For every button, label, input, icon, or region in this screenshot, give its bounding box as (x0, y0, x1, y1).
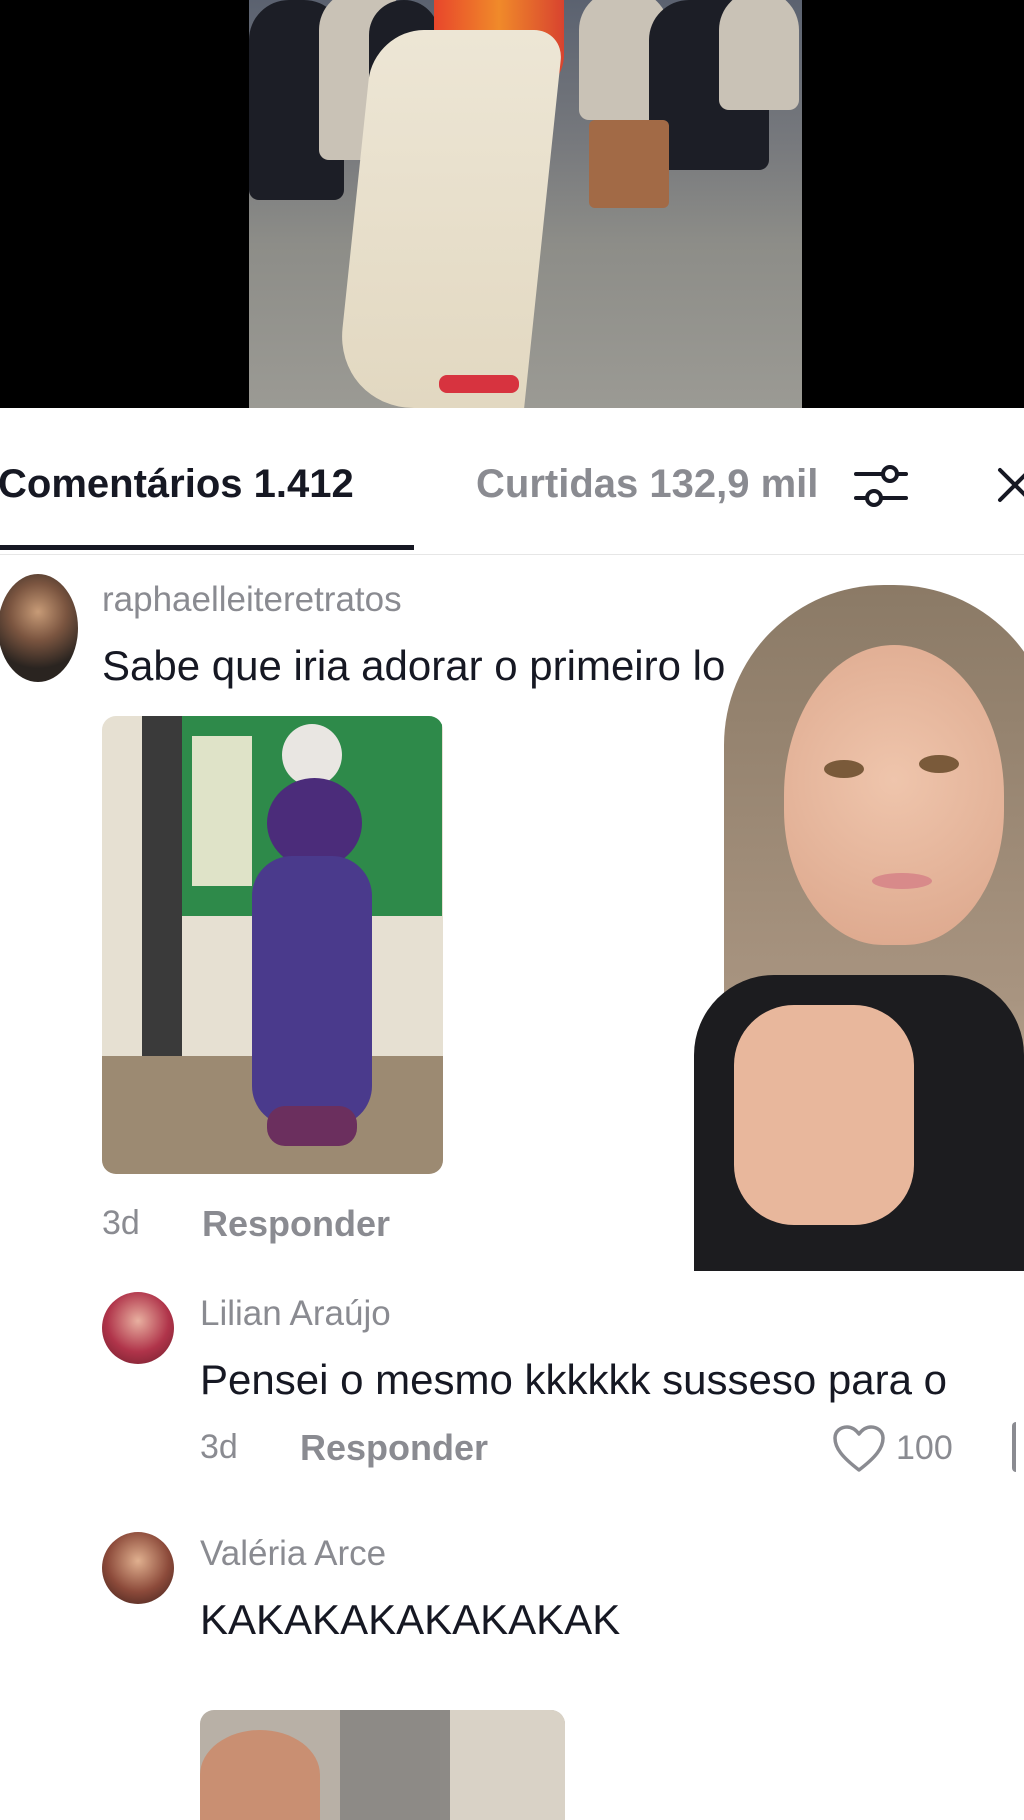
comment-text: KAKAKAKAKAKAKAK (200, 1596, 621, 1643)
comment-image[interactable] (102, 716, 443, 1174)
active-tab-indicator (0, 545, 414, 550)
avatar[interactable] (102, 1292, 174, 1364)
close-icon[interactable] (994, 454, 1024, 514)
video-player[interactable] (0, 0, 1024, 408)
comment-username[interactable]: raphaelleiteretratos (102, 580, 402, 620)
creator-overlay (694, 585, 1024, 1271)
comment-image[interactable] (200, 1710, 565, 1820)
comment-username[interactable]: Lilian Araújo (200, 1294, 391, 1334)
tab-comments[interactable]: Comentários 1.412 (0, 462, 354, 507)
comment-text: Pensei o mesmo kkkkkk susseso para o (200, 1356, 947, 1403)
comment-time: 3d (102, 1204, 140, 1242)
comment-text: Sabe que iria adorar o primeiro lo (102, 642, 726, 689)
comment-item: Lilian Araújo Pensei o mesmo kkkkkk suss… (0, 1280, 1024, 1500)
comment-username[interactable]: Valéria Arce (200, 1534, 386, 1574)
reply-button[interactable]: Responder (202, 1203, 390, 1245)
like-count: 100 (896, 1429, 953, 1467)
comments-tabs: Comentários 1.412 Curtidas 132,9 mil (0, 408, 1024, 555)
reply-button[interactable]: Responder (300, 1427, 488, 1469)
video-frame (249, 0, 802, 408)
heart-icon[interactable] (832, 1424, 886, 1474)
tab-likes[interactable]: Curtidas 132,9 mil (476, 462, 816, 507)
avatar[interactable] (102, 1532, 174, 1604)
comment-time: 3d (200, 1428, 238, 1466)
avatar[interactable] (0, 574, 78, 682)
sliders-icon[interactable] (852, 456, 912, 516)
comment-item: Valéria Arce KAKAKAKAKAKAKAK (0, 1520, 1024, 1820)
dislike-icon[interactable] (1012, 1422, 1024, 1472)
